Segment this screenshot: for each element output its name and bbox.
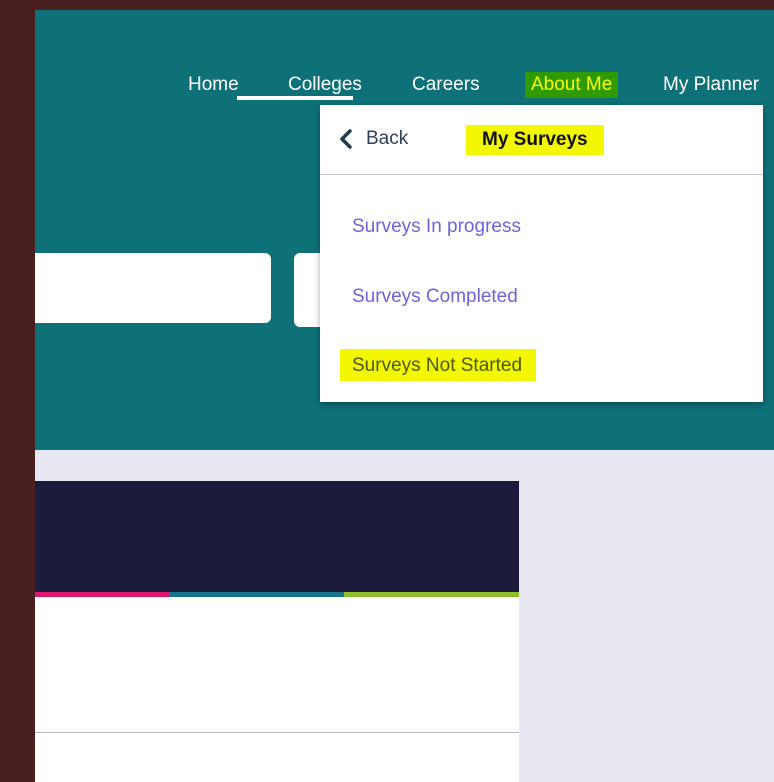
card-stripe-pink (35, 592, 170, 597)
surveys-in-progress-link[interactable]: Surveys In progress (352, 216, 521, 238)
surveys-completed-link[interactable]: Surveys Completed (352, 286, 518, 308)
card-stripe-green (344, 592, 519, 597)
nav-home[interactable]: Home (188, 72, 239, 98)
active-tab-indicator (237, 96, 353, 100)
nav-colleges[interactable]: Colleges (288, 72, 362, 98)
back-button[interactable]: Back (338, 128, 408, 150)
nav-careers[interactable]: Careers (412, 72, 480, 98)
window-frame-top (0, 0, 774, 10)
my-surveys-dropdown: Back My Surveys Surveys In progress Surv… (320, 105, 763, 402)
card-divider (35, 732, 519, 733)
card-header (35, 481, 519, 592)
nav-my-planner[interactable]: My Planner (663, 72, 759, 98)
nav-about-me[interactable]: About Me (525, 72, 619, 98)
dropdown-header: Back My Surveys (320, 105, 763, 175)
dropdown-title: My Surveys (466, 125, 604, 155)
content-card (35, 481, 519, 782)
back-label: Back (366, 128, 409, 149)
surveys-not-started-link[interactable]: Surveys Not Started (340, 349, 537, 381)
chevron-left-icon (338, 128, 354, 150)
card-stripe-teal (170, 592, 344, 597)
window-frame-left (0, 0, 35, 782)
search-input[interactable] (35, 253, 271, 323)
